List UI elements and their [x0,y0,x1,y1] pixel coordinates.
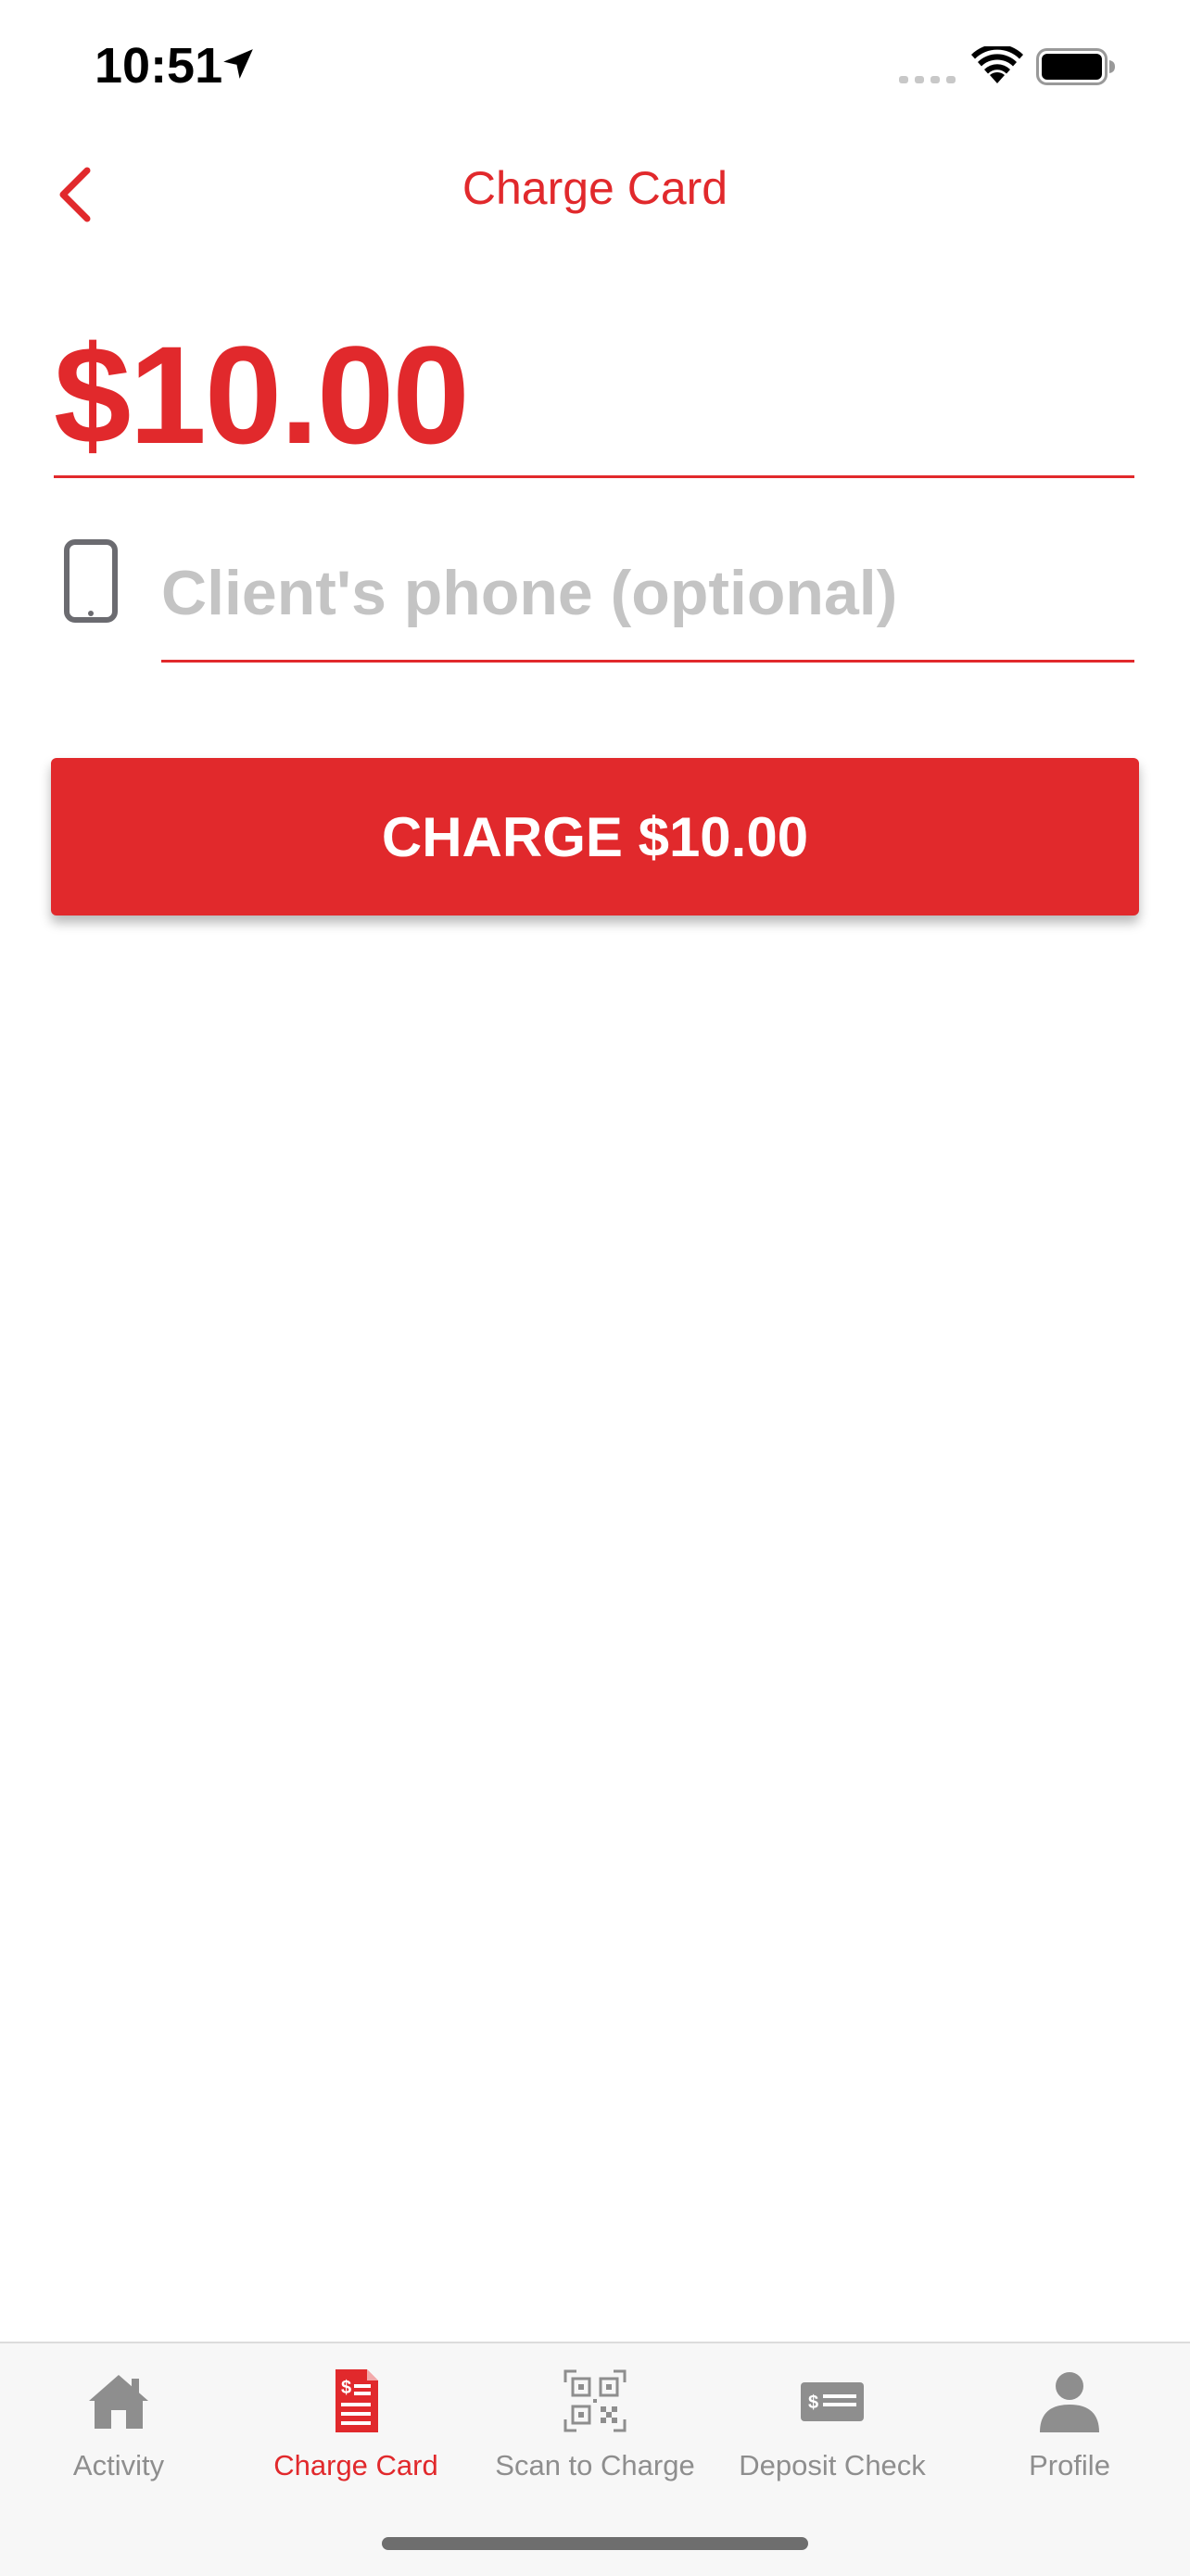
wifi-icon [971,46,1023,83]
page-title: Charge Card [462,162,728,214]
qr-code-icon [563,2369,627,2432]
tab-charge-card[interactable]: $ Charge Card [237,2343,475,2510]
svg-text:$: $ [808,2393,818,2413]
tab-label: Charge Card [273,2449,438,2481]
tab-label: Activity [72,2449,165,2481]
smartphone-icon [64,539,118,623]
nav-header: Charge Card [0,139,1190,250]
check-dollar-icon: $ [801,2382,864,2421]
tab-label: Deposit Check [739,2449,926,2481]
amount-field[interactable]: $10.00 [54,320,1134,478]
status-bar: 10:51 [0,0,1190,130]
invoice-dollar-icon: $ [335,2369,378,2432]
cellular-signal-icon [899,76,956,83]
status-time: 10:51 [95,38,223,94]
person-icon [1040,2372,1099,2432]
home-icon [89,2375,148,2429]
tab-label: Profile [1029,2449,1110,2481]
tab-activity[interactable]: Activity [0,2343,237,2510]
home-indicator [382,2537,808,2550]
tab-deposit-check[interactable]: $ Deposit Check [714,2343,951,2510]
amount-value: $10.00 [54,317,470,473]
location-arrow-icon [223,49,253,79]
tab-profile[interactable]: Profile [951,2343,1188,2510]
svg-text:$: $ [341,2378,351,2398]
charge-button[interactable]: CHARGE $10.00 [51,758,1139,915]
client-phone-input[interactable] [161,547,1134,639]
battery-icon [1036,48,1115,85]
tab-scan-to-charge[interactable]: Scan to Charge [476,2343,714,2510]
phone-field [161,537,1134,663]
tab-label: Scan to Charge [495,2449,695,2481]
